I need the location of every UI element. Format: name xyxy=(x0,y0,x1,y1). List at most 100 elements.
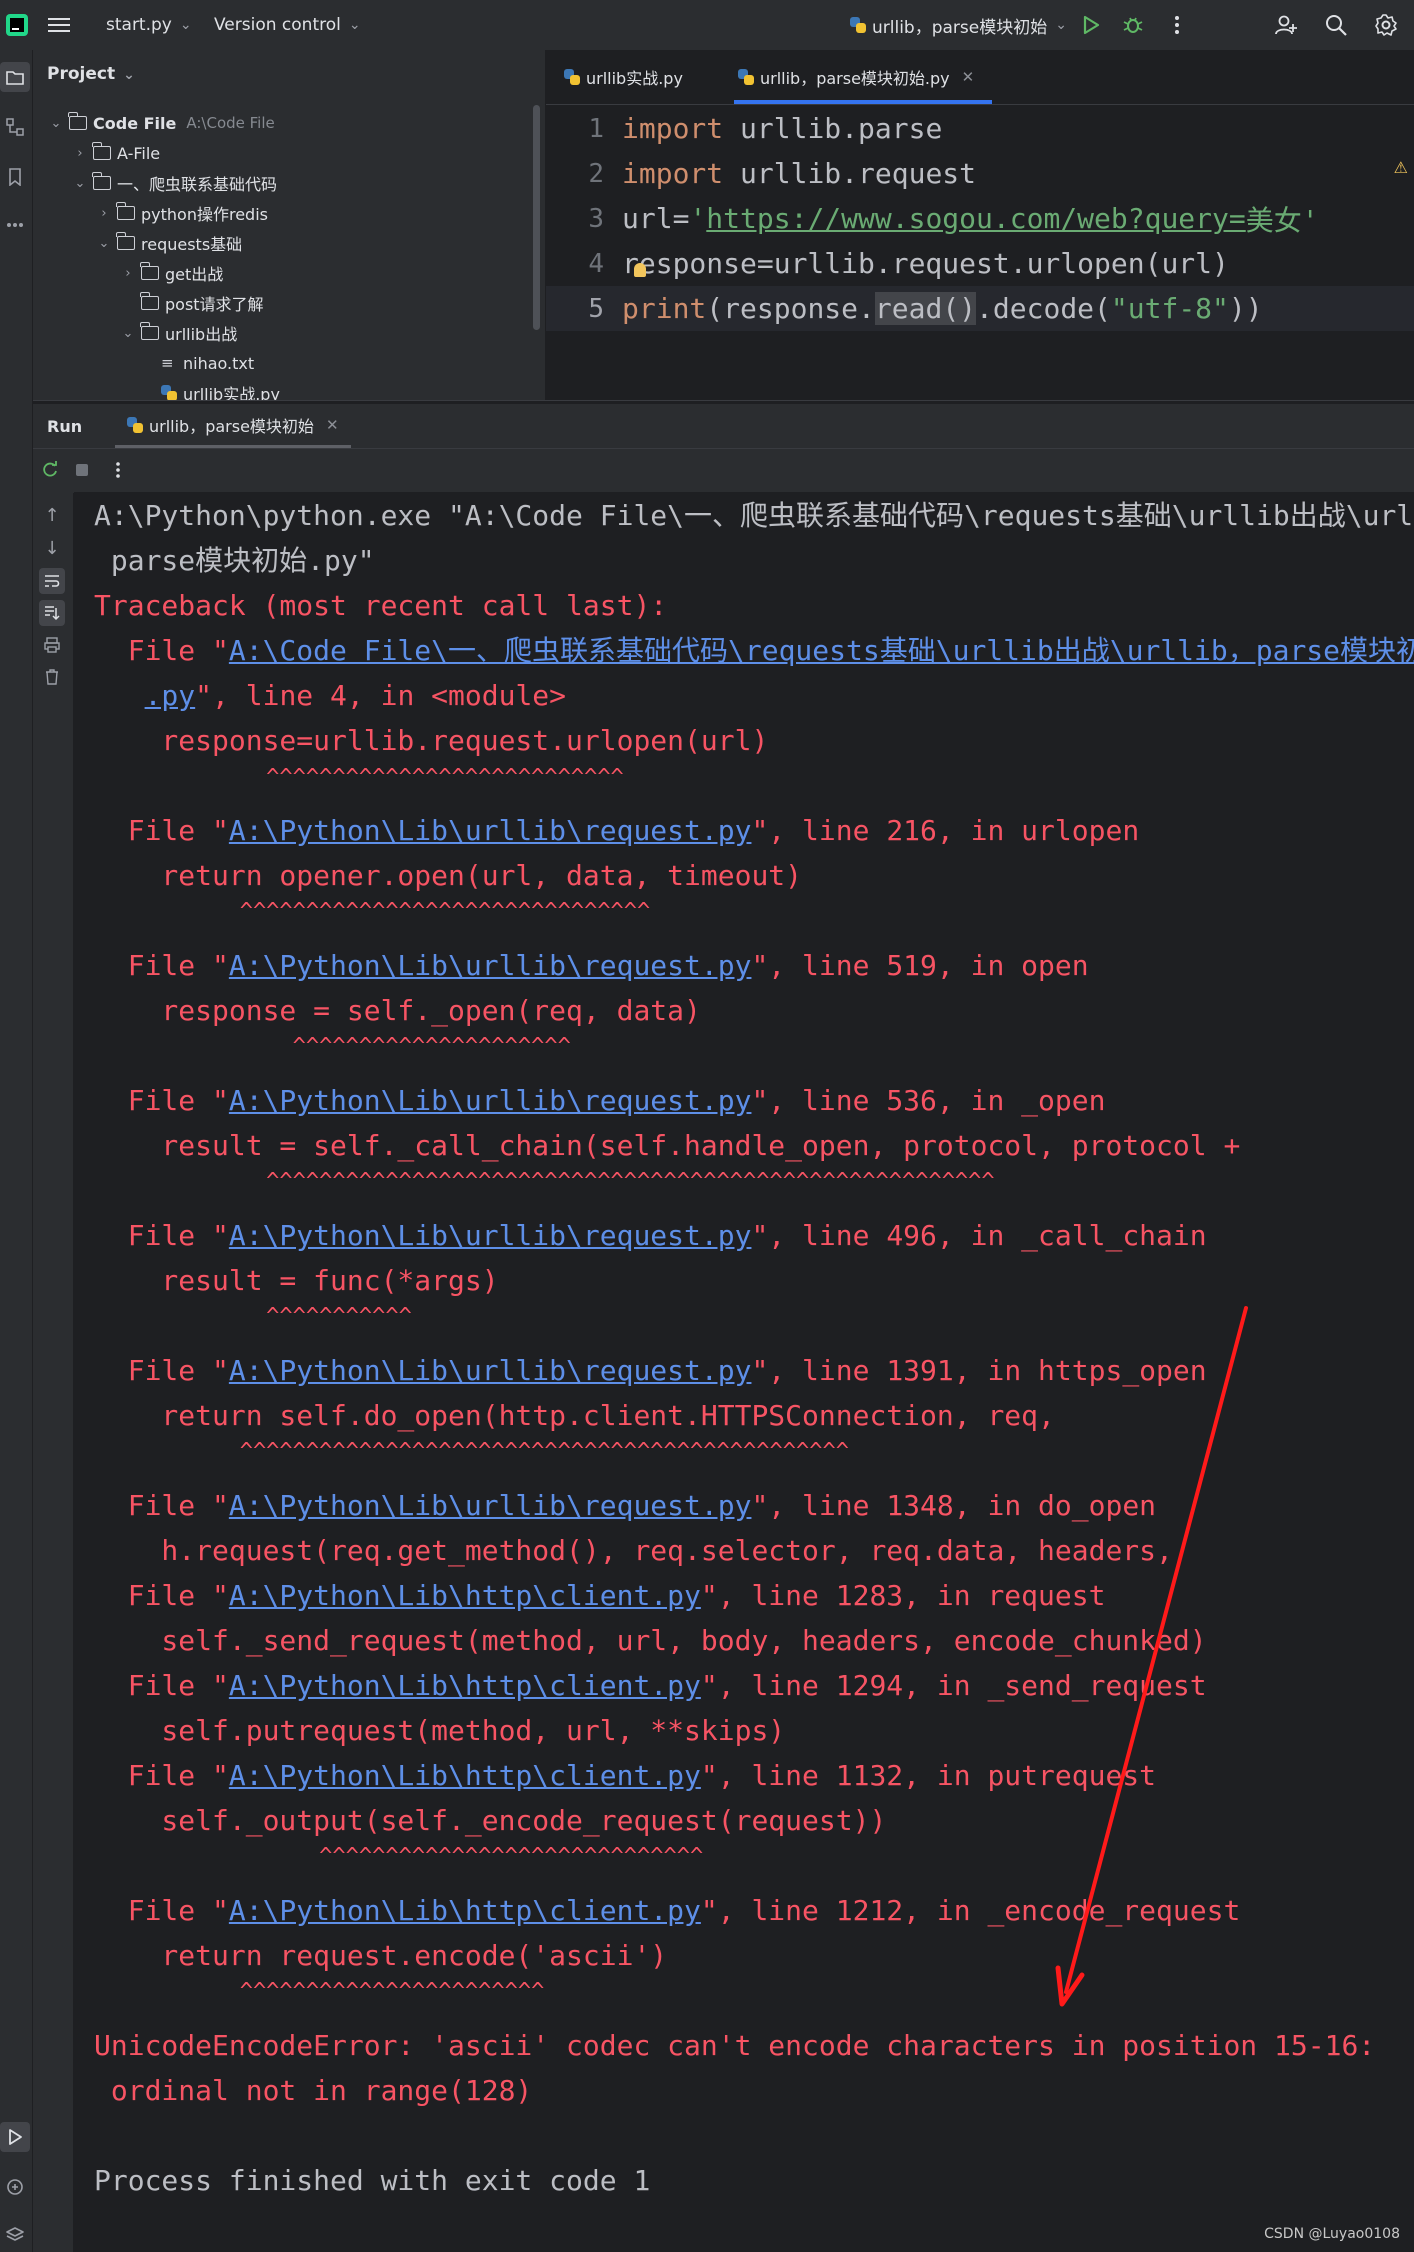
traceback-frame: File "A:\Python\Lib\http\client.py", lin… xyxy=(94,1576,1106,1616)
traceback-frame: .py", line 4, in <module> xyxy=(94,676,566,716)
editor-tab-bar: urllib实战.py urllib，parse模块初始.py ✕ xyxy=(546,50,1414,105)
more-tool-windows-icon[interactable] xyxy=(0,210,30,240)
python-file-icon xyxy=(850,17,866,33)
tree-item-label: urllib出战 xyxy=(165,325,238,344)
close-icon[interactable]: ✕ xyxy=(962,68,975,86)
tree-item-urllib-practice[interactable]: urllib实战.py xyxy=(143,378,280,400)
chevron-down-icon[interactable]: ⌄ xyxy=(47,116,65,131)
print-icon[interactable] xyxy=(39,632,65,658)
frame-location: ", line 1348, in do_open xyxy=(751,1489,1157,1522)
frame-location: ", line 1294, in _send_request xyxy=(700,1669,1207,1702)
tool-window-strip xyxy=(0,50,33,2252)
run-config-selector[interactable]: urllib，parse模块初始 ⌄ xyxy=(850,0,1067,50)
project-scrollbar[interactable] xyxy=(533,105,540,330)
tree-item-post[interactable]: post请求了解 xyxy=(119,288,264,318)
chevron-down-icon[interactable]: ⌄ xyxy=(71,176,89,191)
run-console-output[interactable]: A:\Python\python.exe "A:\Code File\一、爬虫联… xyxy=(74,492,1414,2252)
tree-item-get[interactable]: › get出战 xyxy=(119,258,223,288)
chevron-right-icon[interactable]: › xyxy=(71,146,89,161)
code-text: url= xyxy=(622,202,690,235)
title-bar: start.py ⌄ Version control ⌄ urllib，parse模… xyxy=(0,0,1414,50)
tree-item-urllib[interactable]: ⌄ urllib出战 xyxy=(119,318,237,348)
more-actions-icon[interactable] xyxy=(105,457,131,483)
traceback-file-link[interactable]: A:\Python\Lib\http\client.py xyxy=(229,1894,701,1927)
soft-wrap-icon[interactable] xyxy=(39,568,65,594)
run-tool-window-icon[interactable] xyxy=(0,2122,30,2152)
tree-item-requests-basics[interactable]: ⌄ requests基础 xyxy=(95,228,242,258)
tab-run-config[interactable]: urllib，parse模块初始 ✕ xyxy=(115,404,351,448)
tree-item-label: 一、爬虫联系基础代码 xyxy=(117,175,278,194)
tree-item-code-file[interactable]: ⌄ Code File A:\Code File xyxy=(47,108,275,138)
chevron-right-icon[interactable]: › xyxy=(95,206,113,221)
code-brackets: () xyxy=(942,292,977,325)
folder-icon xyxy=(140,292,159,310)
traceback-file-link[interactable]: .py xyxy=(145,679,196,712)
traceback-file-link[interactable]: A:\Python\Lib\urllib\request.py xyxy=(229,1354,752,1387)
tab-label: urllib实战.py xyxy=(586,69,683,88)
tree-item-crawler-basics[interactable]: ⌄ 一、爬虫联系基础代码 xyxy=(71,168,277,198)
traceback-code: result = self._call_chain(self.handle_op… xyxy=(94,1129,1241,1162)
traceback-file-link[interactable]: A:\Python\Lib\urllib\request.py xyxy=(229,949,752,982)
arrow-down-icon[interactable]: ↓ xyxy=(39,535,65,561)
traceback-code: response = self._open(req, data) xyxy=(94,994,701,1027)
tree-item-a-file[interactable]: › A-File xyxy=(71,138,160,168)
chevron-down-icon: ⌄ xyxy=(348,17,361,33)
rerun-icon[interactable] xyxy=(37,457,63,483)
traceback-frame: File "A:\Code File\一、爬虫联系基础代码\requests基础… xyxy=(94,631,1414,671)
tab-label: urllib，parse模块初始.py xyxy=(760,69,950,88)
main-menu-icon[interactable] xyxy=(46,12,72,38)
search-icon[interactable] xyxy=(1323,12,1349,38)
traceback-frame: File "A:\Python\Lib\urllib\request.py", … xyxy=(94,811,1139,851)
traceback-file-link[interactable]: A:\Python\Lib\urllib\request.py xyxy=(229,1219,752,1252)
chevron-down-icon[interactable]: ⌄ xyxy=(119,326,137,341)
structure-icon[interactable] xyxy=(0,112,30,142)
process-exit-message: Process finished with exit code 1 xyxy=(94,2164,651,2197)
traceback-file-link[interactable]: A:\Python\Lib\urllib\request.py xyxy=(229,1084,752,1117)
traceback-code: return request.encode('ascii') xyxy=(94,1939,668,1972)
pycharm-logo-icon[interactable] xyxy=(4,12,30,38)
line-number: 4 xyxy=(588,248,604,279)
bookmarks-icon[interactable] xyxy=(0,162,30,192)
layers-icon[interactable] xyxy=(0,2220,30,2250)
more-actions-icon[interactable] xyxy=(1164,12,1190,38)
traceback-file-link[interactable]: A:\Code File\一、爬虫联系基础代码\requests基础\urlli… xyxy=(229,634,1414,667)
folder-icon xyxy=(92,172,111,190)
run-button[interactable] xyxy=(1078,12,1104,38)
traceback-file-link[interactable]: A:\Python\Lib\urllib\request.py xyxy=(229,1489,752,1522)
add-user-icon[interactable] xyxy=(1273,12,1299,38)
traceback-frame: File "A:\Python\Lib\urllib\request.py", … xyxy=(94,1351,1207,1391)
traceback-file-link[interactable]: A:\Python\Lib\http\client.py xyxy=(229,1759,701,1792)
python-file-icon xyxy=(738,69,754,85)
frame-location: ", line 496, in _call_chain xyxy=(751,1219,1207,1252)
chevron-right-icon[interactable]: › xyxy=(119,266,137,281)
traceback-code: self.putrequest(method, url, **skips) xyxy=(94,1714,786,1747)
traceback-file-link[interactable]: A:\Python\Lib\http\client.py xyxy=(229,1669,701,1702)
project-tool-window: Project ⌄ ⌄ Code File A:\Code File › A-Fi… xyxy=(33,50,545,400)
scroll-to-end-icon[interactable] xyxy=(39,600,65,626)
debug-button[interactable] xyxy=(1120,12,1146,38)
project-widget-button[interactable]: start.py ⌄ xyxy=(106,0,192,50)
version-control-button[interactable]: Version control ⌄ xyxy=(214,0,361,50)
code-text: .decode( xyxy=(976,292,1111,325)
code-url-link[interactable]: https://www.sogou.com/web?query= xyxy=(706,202,1245,235)
tree-item-nihao-txt[interactable]: ≡ nihao.txt xyxy=(143,348,254,378)
chevron-down-icon[interactable]: ⌄ xyxy=(95,236,113,251)
trash-icon[interactable] xyxy=(39,664,65,690)
tree-item-label: python操作redis xyxy=(141,205,268,224)
tab-urllib-practice[interactable]: urllib实战.py xyxy=(564,50,683,104)
tree-item-python-redis[interactable]: › python操作redis xyxy=(95,198,268,228)
console-command-line: A:\Python\python.exe "A:\Code File\一、爬虫联… xyxy=(94,499,1414,532)
project-header[interactable]: Project ⌄ xyxy=(47,64,135,84)
code-string: 美女' xyxy=(1245,203,1319,237)
tab-urllib-parse[interactable]: urllib，parse模块初始.py ✕ xyxy=(734,50,993,104)
frame-prefix: File " xyxy=(94,1354,229,1387)
python-packages-icon[interactable] xyxy=(0,2172,30,2202)
settings-gear-icon[interactable] xyxy=(1373,12,1399,38)
stop-icon[interactable] xyxy=(69,457,95,483)
project-folder-icon[interactable] xyxy=(0,62,30,92)
arrow-up-icon[interactable]: ↑ xyxy=(39,502,65,528)
close-icon[interactable]: ✕ xyxy=(326,416,339,434)
traceback-file-link[interactable]: A:\Python\Lib\urllib\request.py xyxy=(229,814,752,847)
intention-bulb-icon[interactable] xyxy=(634,263,646,277)
traceback-file-link[interactable]: A:\Python\Lib\http\client.py xyxy=(229,1579,701,1612)
